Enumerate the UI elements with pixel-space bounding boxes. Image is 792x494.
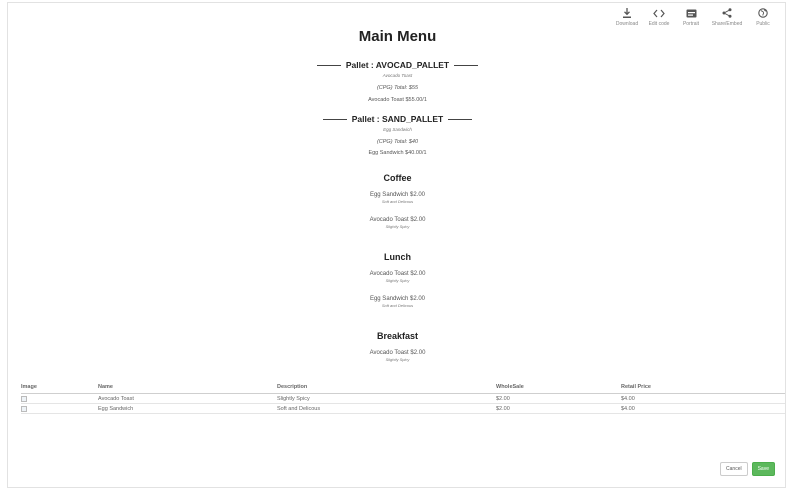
globe-icon [756, 7, 770, 19]
column-header: Image [21, 384, 37, 390]
table-cell: $4.00 [621, 396, 635, 402]
pallet-line: Avocado Toast $55.00/1 [368, 97, 427, 103]
menu-item-name: Egg Sandwich $2.00 [369, 192, 426, 198]
menu-item-desc: Slightly Spicy [385, 278, 410, 283]
pallet-name: Pallet : SAND_PALLET [351, 114, 444, 124]
items-table: Image Name Description WholeSale Retail … [21, 382, 785, 414]
toolbar: Download Edit code Portrait Share/Embed … [609, 7, 777, 27]
menu-item-desc: Slightly Spicy [385, 224, 410, 229]
pallet-heading: Pallet : SAND_PALLET [8, 114, 787, 124]
table-row[interactable]: Avocado Toast Slightly Spicy $2.00 $4.00 [21, 394, 785, 404]
portrait-button[interactable]: Portrait [677, 7, 705, 27]
pallet-line: Egg Sandwich $40.00/1 [368, 150, 427, 156]
pallet-name: Pallet : AVOCAD_PALLET [345, 60, 450, 70]
download-icon [620, 7, 634, 19]
pallet-item-small: Egg Sandwich [383, 127, 412, 132]
preview-frame: Download Edit code Portrait Share/Embed … [7, 2, 786, 488]
table-cell: $4.00 [621, 406, 635, 412]
menu-item-desc: Soft and Delicous [381, 303, 414, 308]
table-cell: Egg Sandwich [98, 406, 134, 412]
menu-item-desc: Slightly Spicy [385, 357, 410, 362]
table-row[interactable]: Egg Sandwich Soft and Delicous $2.00 $4.… [21, 404, 785, 414]
portrait-icon [684, 7, 698, 19]
broken-image-icon [21, 396, 27, 404]
column-header: Description [277, 384, 308, 390]
action-buttons: Cancel Save [720, 462, 775, 476]
public-label: Public [756, 21, 770, 27]
divider [454, 64, 479, 66]
column-header: WholeSale [496, 384, 524, 390]
menu-item-name: Avocado Toast $2.00 [369, 271, 426, 277]
share-icon [720, 7, 734, 19]
table-cell: Slightly Spicy [277, 396, 310, 402]
menu-title: Main Menu [358, 28, 437, 45]
pallet-total: (CPG) Total: $55 [376, 85, 419, 91]
download-button[interactable]: Download [613, 7, 641, 27]
download-label: Download [615, 21, 639, 27]
menu-item-desc: Soft and Delicous [381, 199, 414, 204]
cancel-button[interactable]: Cancel [720, 462, 748, 476]
pallet-heading: Pallet : AVOCAD_PALLET [8, 60, 787, 70]
menu-item-name: Avocado Toast $2.00 [369, 217, 426, 223]
pallet-item-small: Avocado Toast [382, 73, 413, 78]
column-header: Name [98, 384, 113, 390]
table-header: Image Name Description WholeSale Retail … [21, 382, 785, 394]
menu-item-name: Egg Sandwich $2.00 [369, 296, 426, 302]
table-cell: $2.00 [496, 396, 510, 402]
edit-code-label: Edit code [648, 21, 670, 27]
portrait-label: Portrait [682, 21, 700, 27]
table-cell: $2.00 [496, 406, 510, 412]
table-cell: Soft and Delicous [277, 406, 321, 412]
column-header: Retail Price [621, 384, 651, 390]
table-cell: Avocado Toast [98, 396, 134, 402]
divider [448, 118, 473, 120]
share-embed-label: Share/Embed [711, 21, 743, 27]
divider [322, 118, 347, 120]
pallet-total: (CPG) Total: $40 [376, 139, 419, 145]
code-icon [652, 7, 666, 19]
section-heading: Lunch [384, 252, 411, 262]
save-button[interactable]: Save [751, 462, 775, 476]
broken-image-icon [21, 406, 27, 414]
divider [316, 64, 341, 66]
edit-code-button[interactable]: Edit code [645, 7, 673, 27]
public-button[interactable]: Public [749, 7, 777, 27]
menu-item-name: Avocado Toast $2.00 [369, 350, 426, 356]
section-heading: Coffee [383, 173, 412, 183]
section-heading: Breakfast [376, 331, 419, 341]
share-embed-button[interactable]: Share/Embed [709, 7, 745, 27]
